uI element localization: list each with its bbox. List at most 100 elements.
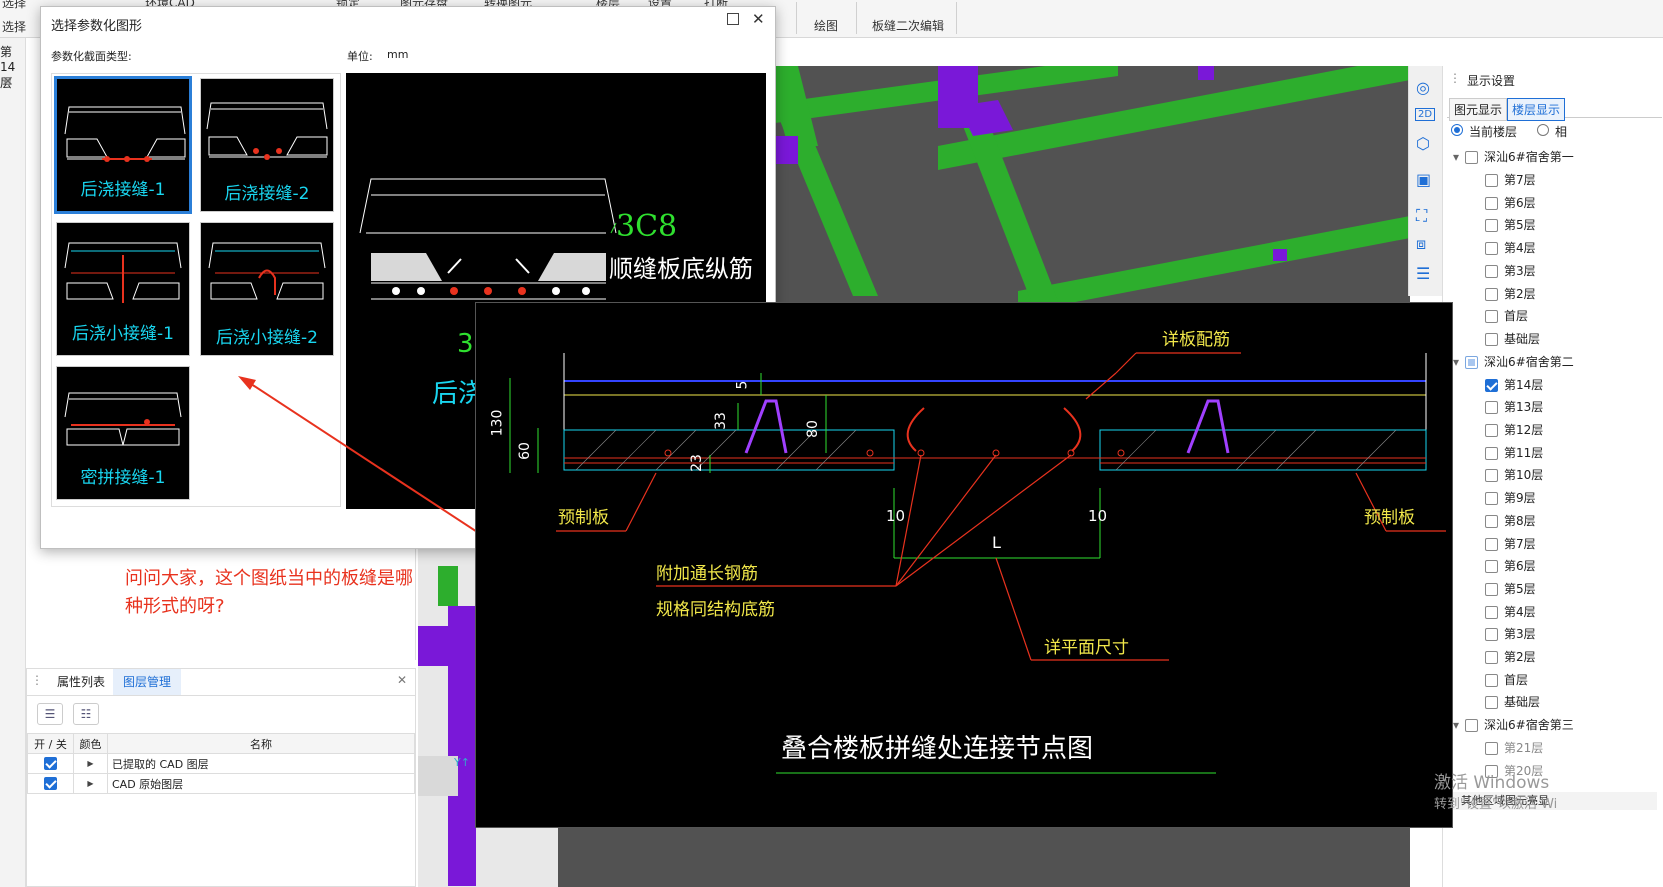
floor-checkbox[interactable]	[1485, 514, 1498, 528]
floor-checkbox[interactable]	[1485, 196, 1498, 210]
thumb-small-post-cast-joint-1[interactable]: 后浇小接缝-1	[56, 222, 190, 356]
group-checkbox[interactable]	[1465, 355, 1479, 369]
floor-checkbox[interactable]	[1485, 582, 1498, 596]
layer-visible-checkbox[interactable]	[44, 757, 57, 771]
ribbon-select-label[interactable]: 选择	[2, 18, 26, 35]
floor-checkbox[interactable]	[1485, 242, 1498, 256]
expand-arrow-icon[interactable]: ▶	[73, 773, 108, 794]
floor-item[interactable]: 第5层	[1485, 216, 1536, 233]
floor-checkbox[interactable]	[1485, 219, 1498, 233]
floor-item[interactable]: 第2层	[1485, 648, 1536, 665]
thumb-post-cast-joint-2[interactable]: 后浇接缝-2	[200, 78, 334, 212]
floor-item[interactable]: 第4层	[1485, 603, 1536, 620]
expand-arrow-icon[interactable]: ▾	[1453, 150, 1459, 164]
floor-item[interactable]: 第5层	[1485, 580, 1536, 597]
thumb-label: 后浇接缝-2	[224, 184, 310, 204]
section-box-icon[interactable]: ⧈	[1416, 234, 1426, 254]
radio-current-floor[interactable]	[1451, 124, 1463, 136]
floor-checkbox[interactable]	[1485, 446, 1498, 460]
floor-item[interactable]: 首层	[1485, 307, 1528, 324]
floor-checkbox[interactable]	[1485, 332, 1498, 346]
floor-checkbox[interactable]	[1485, 673, 1498, 687]
drag-handle-icon[interactable]: ⋮	[1449, 71, 1461, 85]
fit-view-icon[interactable]: ⛶	[1416, 206, 1427, 226]
thumb-post-cast-joint-1[interactable]: 后浇接缝-1	[54, 76, 192, 214]
table-row[interactable]: ▶ CAD 原始图层	[27, 773, 415, 794]
floor-item[interactable]: 第6层	[1485, 557, 1536, 574]
floor-checkbox[interactable]	[1485, 401, 1498, 415]
floor-item[interactable]: 第10层	[1485, 466, 1543, 483]
tab-floor-display[interactable]: 楼层显示	[1507, 98, 1566, 121]
floor-item[interactable]: 第7层	[1485, 171, 1536, 188]
tab-layer-management[interactable]: 图层管理	[113, 669, 182, 695]
floor-checkbox[interactable]	[1485, 424, 1498, 437]
floor-item[interactable]: 第4层	[1485, 239, 1536, 256]
floor-item[interactable]: 第6层	[1485, 194, 1536, 211]
2d-view-icon[interactable]: 2D	[1415, 108, 1436, 121]
floor-checkbox[interactable]	[1485, 651, 1498, 664]
floor-checkbox[interactable]	[1485, 628, 1498, 642]
group-checkbox[interactable]	[1465, 151, 1479, 164]
floor-checkbox[interactable]	[1485, 742, 1498, 756]
floor-label: 第2层	[1504, 650, 1536, 664]
floor-checkbox[interactable]	[1485, 560, 1498, 574]
ribbon-select-button[interactable]: 选择	[2, 0, 26, 11]
floor-checkbox[interactable]	[1485, 310, 1498, 324]
tab-element-display[interactable]: 图元显示	[1449, 98, 1508, 121]
floor-item[interactable]: 第14层	[1485, 376, 1543, 393]
floor-item[interactable]: 第13层	[1485, 398, 1543, 415]
floor-checkbox[interactable]	[1485, 264, 1498, 278]
floor-checkbox[interactable]	[1485, 696, 1498, 710]
floor-item[interactable]: 基础层	[1485, 693, 1540, 710]
tab-property-list[interactable]: 属性列表	[47, 669, 115, 695]
ribbon-draw-group[interactable]: 绘图	[814, 17, 838, 34]
floor-item[interactable]: 第2层	[1485, 285, 1536, 302]
cube-icon[interactable]: ▣	[1416, 170, 1431, 189]
orbit-icon[interactable]: ◎	[1416, 78, 1430, 97]
floor-checkbox[interactable]	[1485, 378, 1498, 392]
floor-checkbox[interactable]	[1485, 492, 1498, 506]
layer-name: 已提取的 CAD 图层	[107, 753, 415, 774]
floor-checkbox[interactable]	[1485, 287, 1498, 301]
3d-view-icon[interactable]: ⬡	[1416, 134, 1430, 153]
maximize-icon[interactable]	[727, 13, 739, 25]
thumb-label: 后浇小接缝-2	[216, 328, 318, 348]
floor-item[interactable]: 第3层	[1485, 625, 1536, 642]
close-icon[interactable]: ✕	[397, 673, 407, 687]
close-icon[interactable]: ✕	[752, 10, 765, 28]
floor-group[interactable]: ▾ 深汕6#宿舍第三	[1453, 716, 1574, 733]
drag-handle-icon[interactable]: ⋮	[31, 673, 43, 687]
floor-item[interactable]: 第8层	[1485, 512, 1536, 529]
floor-label: 第4层	[1504, 604, 1536, 619]
floor-item[interactable]: 第21层	[1485, 739, 1543, 756]
cad-dim-10a: 10	[886, 507, 906, 525]
ribbon-seam-edit-group[interactable]: 板缝二次编辑	[872, 17, 944, 34]
floor-item[interactable]: 第7层	[1485, 535, 1536, 552]
floor-item[interactable]: 首层	[1485, 671, 1528, 688]
view-settings-icon[interactable]: ☰	[1416, 264, 1430, 283]
floor-checkbox[interactable]	[1485, 469, 1498, 483]
expand-arrow-icon[interactable]: ▶	[73, 753, 108, 774]
floor-item[interactable]: 第11层	[1485, 444, 1543, 461]
app-root: 选择 选择 环境CAD 锁定 图元存盘 转换图元 楼层 设置 打断 绘图 板缝二…	[0, 0, 1663, 887]
floor-group[interactable]: ▾ 深汕6#宿舍第二	[1453, 353, 1574, 370]
layer-list-icon[interactable]: ☷	[73, 703, 99, 725]
close-icon[interactable]: ✕	[2, 74, 14, 90]
floor-checkbox[interactable]	[1485, 174, 1498, 187]
layer-visible-checkbox[interactable]	[44, 777, 57, 791]
thumb-small-post-cast-joint-2[interactable]: 后浇小接缝-2	[200, 222, 334, 356]
layer-filter-icon[interactable]: ☰	[37, 703, 63, 725]
table-row[interactable]: ▶ 已提取的 CAD 图层	[27, 753, 415, 774]
thumb-close-joint-1[interactable]: 密拼接缝-1	[56, 366, 190, 500]
floor-item[interactable]: 第3层	[1485, 262, 1536, 279]
radio-related[interactable]	[1537, 124, 1549, 136]
floor-checkbox[interactable]	[1485, 605, 1498, 619]
floor-item[interactable]: 第9层	[1485, 489, 1536, 506]
floor-item[interactable]: 第12层	[1485, 421, 1543, 438]
floor-item[interactable]: 基础层	[1485, 330, 1540, 347]
floor-group-label: 深汕6#宿舍第一	[1484, 150, 1574, 164]
floor-checkbox[interactable]	[1485, 537, 1498, 551]
floor-group[interactable]: ▾ 深汕6#宿舍第一	[1453, 148, 1574, 165]
group-checkbox[interactable]	[1465, 719, 1479, 733]
layer-panel: ⋮ 属性列表 图层管理 ✕ ☰ ☷ 开 / 关 颜色 名称 ▶ 已提取的 CAD…	[26, 668, 416, 887]
